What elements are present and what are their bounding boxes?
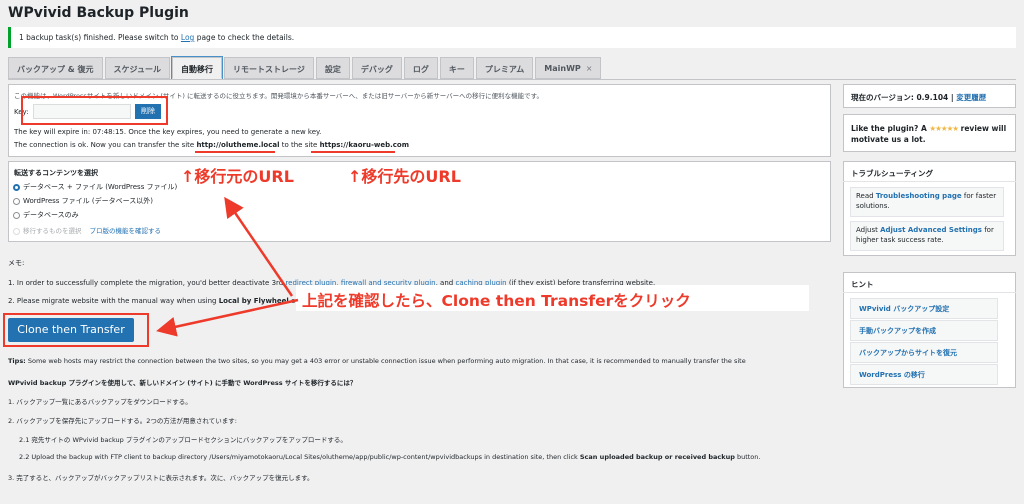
troubleshoot-item-2: Adjust Adjust Advanced Settings for high… — [850, 221, 1004, 251]
version-info: 現在のバージョン: 0.9.104 | 変更履歴 — [851, 93, 987, 102]
version-label: 現在のバージョン: 0.9.104 — [851, 93, 949, 102]
arrow-up-to-urls — [224, 196, 294, 297]
manual-step-2: 2. バックアップを保存先にアップロードする。2つの方法が用意されています: — [8, 417, 237, 425]
hint-wordpress-migration[interactable]: WordPress の移行 — [850, 364, 998, 385]
troubleshooting-page-link[interactable]: Troubleshooting page — [876, 192, 962, 200]
changelog-link[interactable]: 変更履歴 — [956, 93, 986, 102]
trouble-text: Read — [856, 192, 876, 200]
hint-create-backup[interactable]: 手動バックアップを作成 — [850, 320, 998, 341]
tips-text: Tips: Some web hosts may restrict the co… — [8, 357, 834, 365]
hints-heading: ヒント — [851, 280, 874, 289]
divider — [843, 181, 1016, 182]
trouble-text: Adjust — [856, 226, 881, 234]
tips-label: Tips: — [8, 357, 26, 365]
like-text-before: Like the plugin? A — [851, 124, 930, 133]
arrow-to-button — [156, 298, 299, 337]
like-text: Like the plugin? A ★★★★★ review will mot… — [851, 123, 1011, 145]
hint-wpvivid-settings[interactable]: WPvivid バックアップ設定 — [850, 298, 998, 319]
divider — [843, 292, 1016, 293]
manual-step-1: 1. バックアップ一覧にあるバックアップをダウンロードする。 — [8, 398, 192, 406]
manual-text: 2.2 Upload the backup with FTP client to… — [19, 453, 580, 461]
manual-step-2-1: 2.1 宛先サイトの WPvivid backup プラグインのアップロードセク… — [19, 436, 347, 444]
troubleshooting-heading: トラブルシューティング — [851, 169, 934, 178]
manual-heading: WPvivid backup プラグインを使用して、新しいドメイン (サイト) … — [8, 379, 357, 387]
advanced-settings-link[interactable]: Adjust Advanced Settings — [880, 226, 982, 234]
troubleshoot-item-1: Read Troubleshooting page for faster sol… — [850, 187, 1004, 217]
manual-text: button. — [734, 453, 761, 461]
rating-stars-icon[interactable]: ★★★★★ — [929, 124, 959, 133]
manual-step-2-2: 2.2 Upload the backup with FTP client to… — [19, 453, 760, 461]
manual-step-3: 3. 完了すると、バックアップがバックアップリストに表示されます。次に、バックア… — [8, 474, 314, 482]
tips-body: Some web hosts may restrict the connecti… — [25, 357, 746, 365]
manual-bold-text: Scan uploaded backup or received backup — [579, 453, 735, 461]
hint-restore-backup[interactable]: バックアップからサイトを復元 — [850, 342, 998, 363]
